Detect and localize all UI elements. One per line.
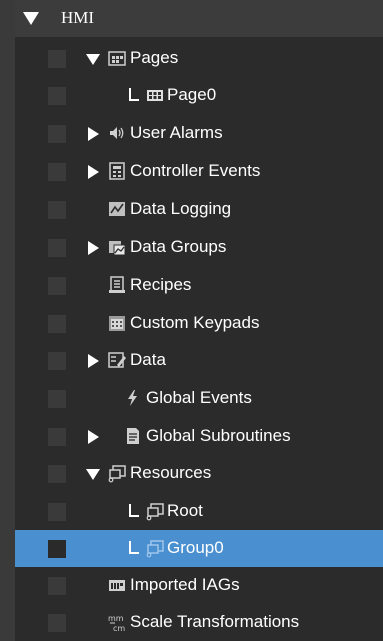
- row-marker: [48, 125, 66, 143]
- tree-root-hmi[interactable]: HMI: [15, 0, 383, 37]
- tree-item-page0[interactable]: Page0: [15, 77, 383, 114]
- collapsed-arrow-icon[interactable]: [88, 430, 99, 444]
- tree-item-global-subroutines[interactable]: Global Subroutines: [15, 418, 383, 455]
- tree-item-label: Controller Events: [130, 161, 261, 180]
- row-marker: [48, 614, 66, 632]
- tree-item-label: Global Subroutines: [146, 426, 291, 445]
- row-marker: [48, 239, 66, 257]
- tree-item-label: Recipes: [130, 275, 192, 294]
- expand-arrow-icon[interactable]: [86, 54, 100, 65]
- subroutines-icon: [123, 426, 143, 446]
- tree-item-global-events[interactable]: Global Events: [15, 380, 383, 417]
- tree-item-label: Data: [130, 350, 166, 369]
- data-groups-icon: [107, 237, 127, 257]
- collapsed-arrow-icon[interactable]: [88, 165, 99, 179]
- row-marker: [48, 428, 66, 446]
- tree-item-data[interactable]: Data: [15, 342, 383, 379]
- iag-icon: [107, 575, 127, 595]
- controller-events-icon: [107, 161, 127, 181]
- tree-item-label: Data Groups: [130, 237, 227, 256]
- tree-item-label: Data Logging: [130, 199, 232, 218]
- tree-item-label: Imported IAGs: [130, 575, 240, 594]
- tree-gutter: [0, 0, 15, 641]
- tree-item-label: Global Events: [146, 388, 252, 407]
- data-logging-icon: [107, 199, 127, 219]
- row-marker: [48, 315, 66, 333]
- row-marker: [48, 277, 66, 295]
- recipes-icon: [107, 275, 127, 295]
- tree-item-data-logging[interactable]: Data Logging: [15, 191, 383, 228]
- row-marker: [48, 503, 66, 521]
- tree-item-label: Scale Transformations: [130, 612, 300, 631]
- row-marker: [48, 163, 66, 181]
- pages-icon: [107, 48, 127, 68]
- tree-item-custom-keypads[interactable]: Custom Keypads: [15, 305, 383, 342]
- tree-item-label: Pages: [130, 48, 179, 67]
- project-tree-panel: HMI Pages Page0 User Alarms Controller E…: [0, 0, 383, 641]
- collapsed-arrow-icon[interactable]: [88, 241, 99, 255]
- tree-item-label: Custom Keypads: [130, 313, 260, 332]
- row-marker: [48, 87, 66, 105]
- resource-folder-icon: [145, 538, 165, 558]
- tree-item-controller-events[interactable]: Controller Events: [15, 153, 383, 190]
- svg-text:mm: mm: [108, 614, 124, 623]
- collapsed-arrow-icon[interactable]: [88, 127, 99, 141]
- row-marker: [48, 201, 66, 219]
- tree-connector: [129, 541, 139, 554]
- tree-item-recipes[interactable]: Recipes: [15, 267, 383, 304]
- tree-item-label: Resources: [130, 463, 212, 482]
- tree-item-label: User Alarms: [130, 123, 223, 142]
- tree-item-user-alarms[interactable]: User Alarms: [15, 115, 383, 152]
- row-marker: [48, 577, 66, 595]
- speaker-icon: [107, 123, 127, 143]
- tree-item-resources[interactable]: Resources: [15, 455, 383, 492]
- tree-item-data-groups[interactable]: Data Groups: [15, 229, 383, 266]
- row-marker: [48, 465, 66, 483]
- tree-item-label: Page0: [167, 85, 217, 104]
- row-marker: [48, 50, 66, 68]
- resources-icon: [107, 463, 127, 483]
- expand-arrow-icon[interactable]: [23, 12, 39, 25]
- tree-item-group0[interactable]: Group0: [15, 530, 383, 567]
- scale-icon: mm cm: [107, 612, 127, 632]
- expand-arrow-icon[interactable]: [86, 469, 100, 480]
- tree-item-label: Root: [167, 501, 203, 520]
- tree-root-label: HMI: [61, 8, 95, 27]
- row-marker: [48, 540, 66, 558]
- collapsed-arrow-icon[interactable]: [88, 354, 99, 368]
- row-marker: [48, 390, 66, 408]
- tree-connector: [129, 504, 139, 517]
- data-icon: [107, 350, 127, 370]
- tree-connector: [129, 88, 139, 101]
- row-marker: [48, 352, 66, 370]
- tree-item-label: Group0: [167, 538, 224, 557]
- tree-item-root[interactable]: Root: [15, 493, 383, 530]
- tree-item-pages[interactable]: Pages: [15, 40, 383, 77]
- tree-item-scale-transformations[interactable]: mm cm Scale Transformations: [15, 604, 383, 641]
- resource-folder-icon: [145, 501, 165, 521]
- page-icon: [145, 85, 165, 105]
- lightning-icon: [123, 388, 143, 408]
- svg-text:cm: cm: [113, 624, 125, 632]
- tree-item-imported-iags[interactable]: Imported IAGs: [15, 567, 383, 604]
- keypad-icon: [107, 313, 127, 333]
